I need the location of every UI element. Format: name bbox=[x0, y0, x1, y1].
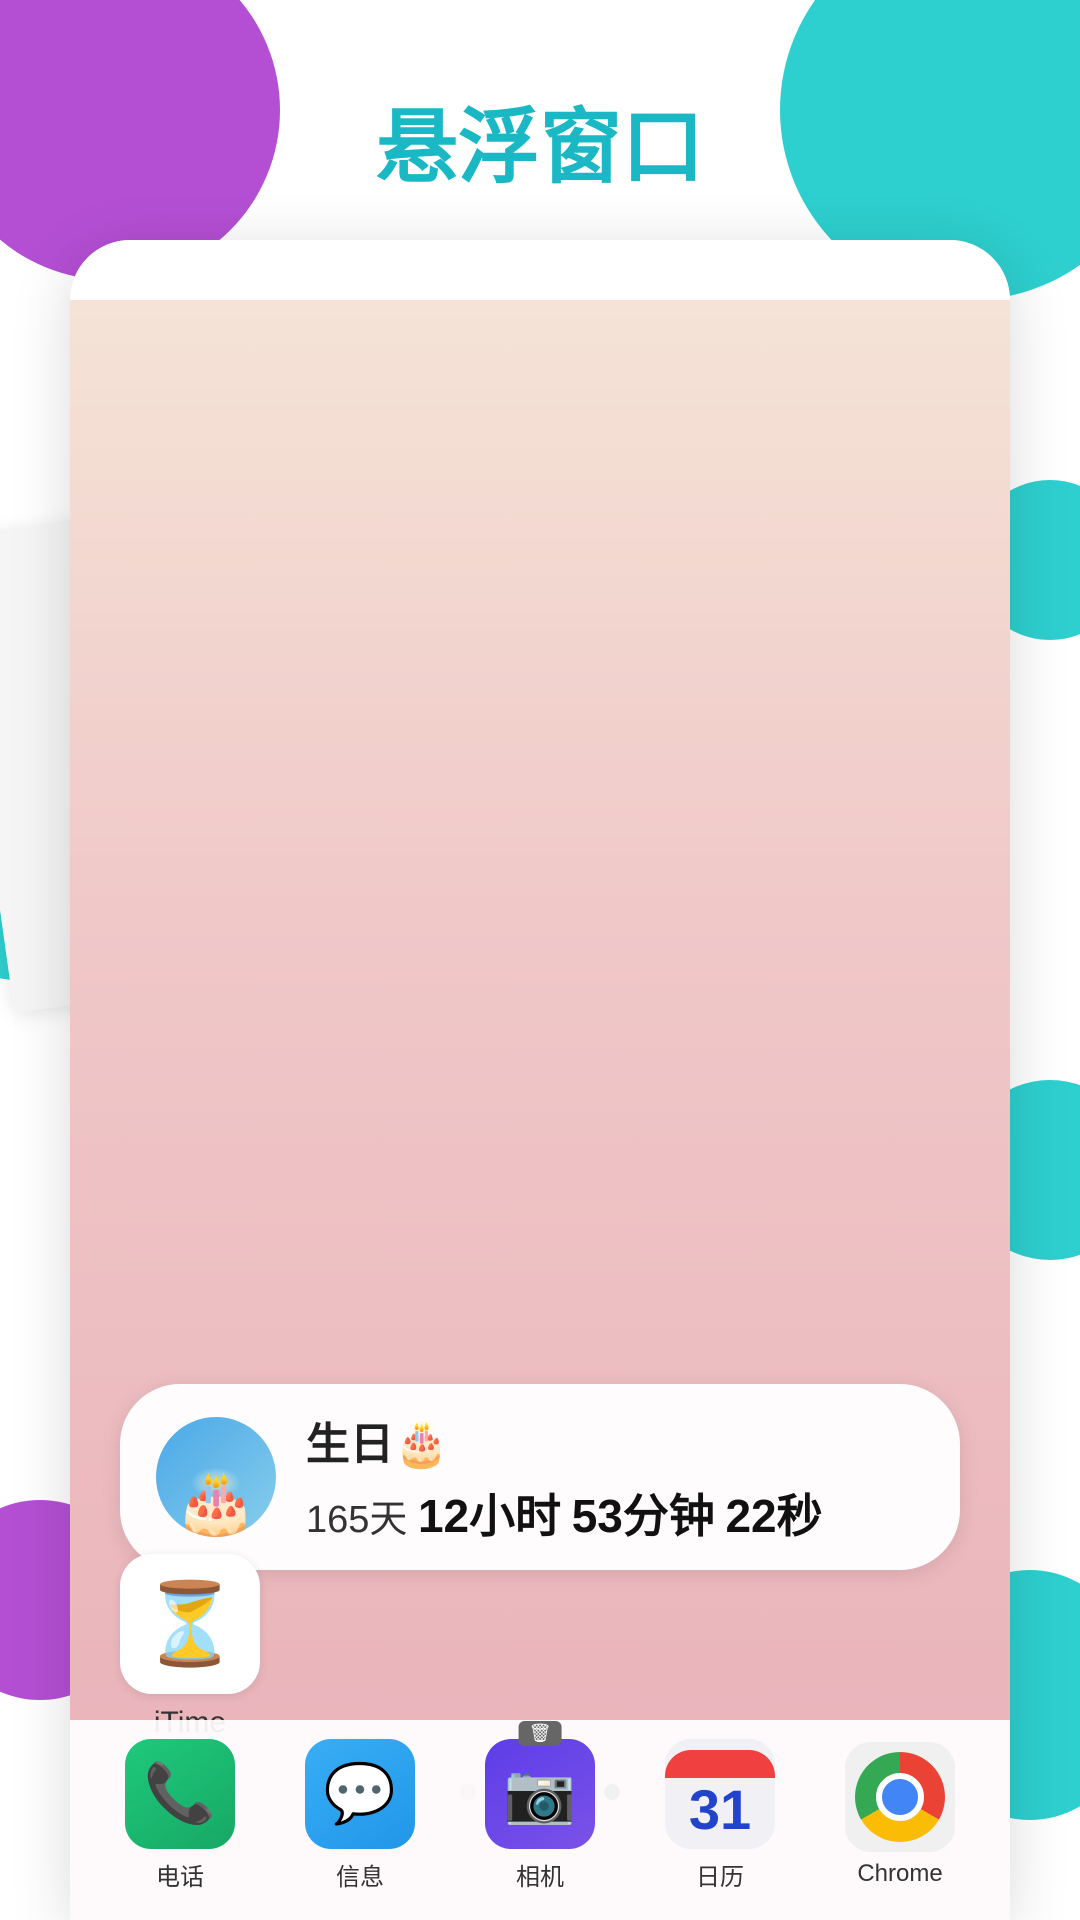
dock-app-calendar[interactable]: 31 日历 bbox=[665, 1739, 775, 1892]
hours-count: 12小时 bbox=[418, 1490, 561, 1542]
calendar-app-icon: 31 bbox=[665, 1739, 775, 1849]
days-count: 165天 bbox=[306, 1499, 407, 1541]
birthday-avatar: 🎂 bbox=[156, 1417, 276, 1537]
birthday-title: 生日🎂 bbox=[306, 1408, 924, 1472]
chrome-inner-circle bbox=[876, 1773, 924, 1821]
phone-screen: 🎂 生日🎂 165天 12小时 53分钟 22秒 ⏳ iTime bbox=[70, 240, 1010, 1920]
delete-handle: 🗑 bbox=[519, 1721, 562, 1746]
seconds-count: 22秒 bbox=[725, 1490, 822, 1542]
phone-app-icon: 📞 bbox=[125, 1739, 235, 1849]
hourglass-icon: ⏳ bbox=[140, 1577, 240, 1671]
chrome-app-icon bbox=[845, 1742, 955, 1852]
phone-top-bar bbox=[70, 240, 1010, 300]
dock-app-phone[interactable]: 📞 电话 bbox=[125, 1739, 235, 1892]
itime-icon: ⏳ bbox=[120, 1554, 260, 1694]
birthday-widget[interactable]: 🎂 生日🎂 165天 12小时 53分钟 22秒 bbox=[120, 1384, 960, 1570]
page-title: 悬浮窗口 bbox=[0, 80, 1080, 199]
dock-app-chrome[interactable]: Chrome bbox=[845, 1742, 955, 1888]
calendar-app-label: 日历 bbox=[696, 1857, 744, 1892]
minutes-count: 53分钟 bbox=[572, 1490, 715, 1542]
calendar-day: 31 bbox=[689, 1782, 751, 1838]
messages-app-icon: 💬 bbox=[305, 1739, 415, 1849]
birthday-cake-icon: 🎂 bbox=[172, 1472, 259, 1537]
camera-app-label: 相机 bbox=[516, 1857, 564, 1892]
phone-app-label: 电话 bbox=[156, 1857, 204, 1892]
dock-app-camera[interactable]: 🗑 📷 相机 bbox=[485, 1739, 595, 1892]
birthday-info: 生日🎂 165天 12小时 53分钟 22秒 bbox=[306, 1408, 924, 1546]
itime-app[interactable]: ⏳ iTime bbox=[120, 1554, 260, 1740]
phone-main-area: 🎂 生日🎂 165天 12小时 53分钟 22秒 ⏳ iTime bbox=[70, 300, 1010, 1920]
chrome-circle bbox=[855, 1752, 945, 1842]
chrome-app-label: Chrome bbox=[857, 1860, 942, 1888]
calendar-header bbox=[665, 1750, 775, 1778]
phone-mockup: 🎂 生日🎂 165天 12小时 53分钟 22秒 ⏳ iTime bbox=[70, 240, 1010, 1920]
camera-app-icon: 🗑 📷 bbox=[485, 1739, 595, 1849]
bottom-dock: 📞 电话 💬 信息 🗑 📷 相机 bbox=[70, 1720, 1010, 1920]
dock-app-messages[interactable]: 💬 信息 bbox=[305, 1739, 415, 1892]
messages-app-label: 信息 bbox=[336, 1857, 384, 1892]
birthday-countdown: 165天 12小时 53分钟 22秒 bbox=[306, 1480, 924, 1546]
